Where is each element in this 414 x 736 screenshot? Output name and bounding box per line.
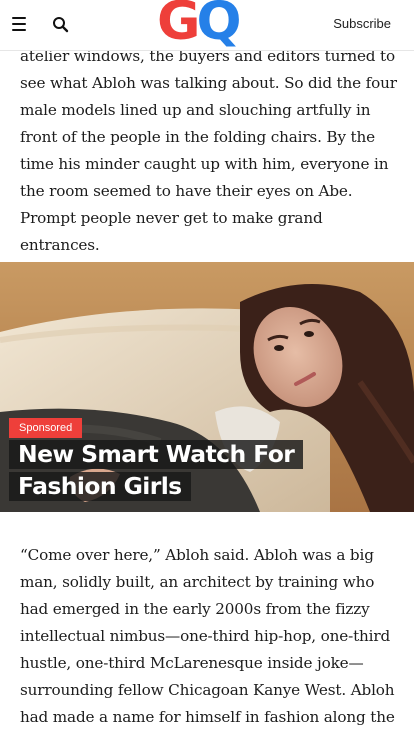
site-header: GQ Subscribe (0, 0, 414, 51)
sponsored-badge: Sponsored (9, 418, 83, 438)
subscribe-link[interactable]: Subscribe (333, 16, 391, 31)
promo-headline[interactable]: New Smart Watch For Fashion Girls (9, 438, 389, 502)
article-paragraph: atelier windows, the buyers and editors … (20, 47, 397, 254)
article-paragraph: “Come over here,” Abloh said. Abloh was … (20, 546, 395, 726)
hamburger-menu-icon[interactable] (11, 17, 27, 32)
logo-letter-g: G (157, 0, 200, 52)
search-icon[interactable] (51, 15, 71, 35)
promo-headline-text: New Smart Watch For Fashion Girls (9, 440, 304, 501)
gq-logo[interactable]: GQ (157, 0, 242, 52)
logo-letter-q: Q (196, 0, 242, 52)
sponsored-promo-card[interactable]: Sponsored New Smart Watch For Fashion Gi… (0, 262, 414, 512)
